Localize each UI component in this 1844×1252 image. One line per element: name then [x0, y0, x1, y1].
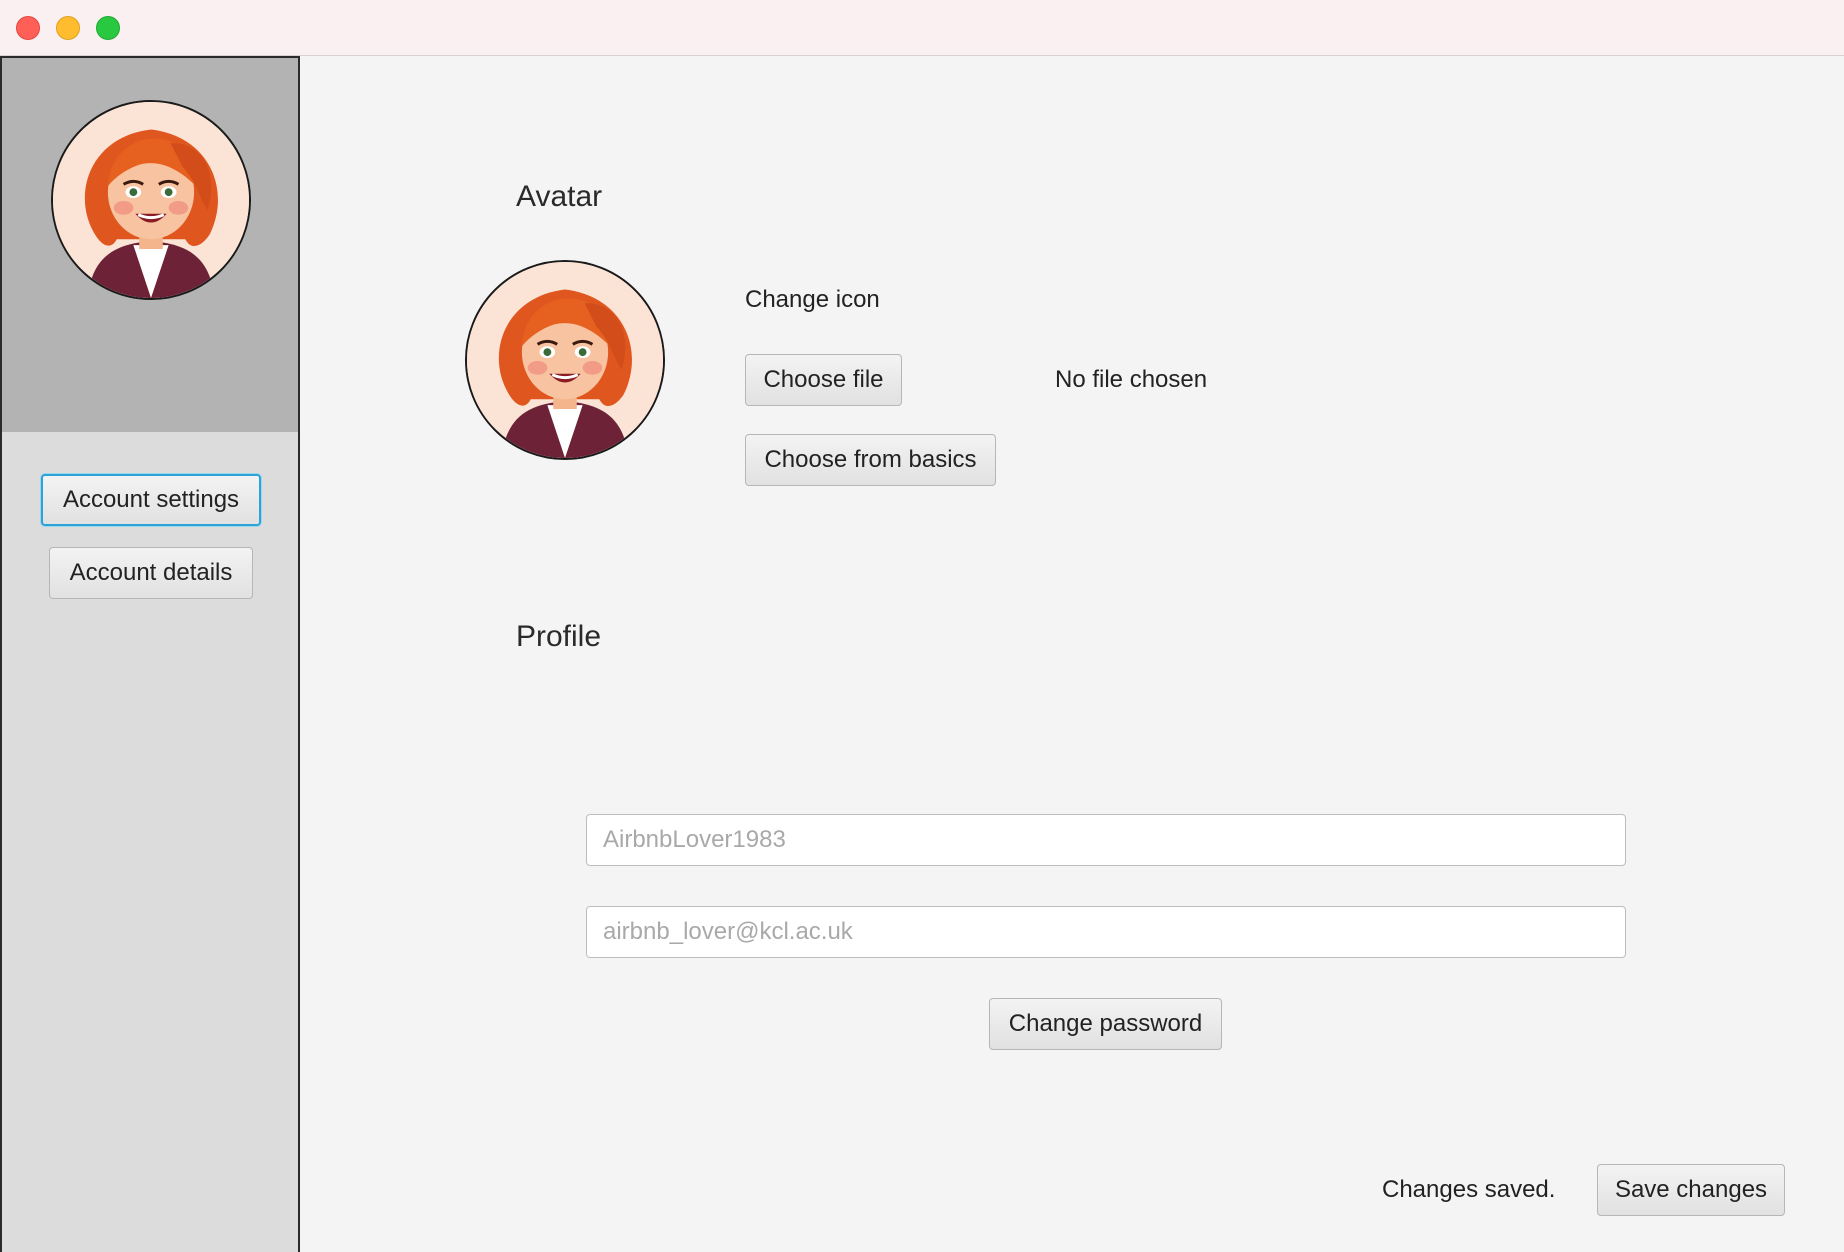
title-bar [0, 0, 1844, 56]
change-password-button[interactable]: Change password [989, 998, 1222, 1050]
file-status-text: No file chosen [1055, 366, 1208, 393]
change-icon-label: Change icon [745, 286, 880, 313]
app-window: Account settings Account details Avatar … [0, 0, 1844, 1252]
maximize-window-button[interactable] [96, 16, 120, 40]
choose-from-basics-button[interactable]: Choose from basics [745, 434, 996, 486]
email-field[interactable] [586, 906, 1626, 958]
username-field[interactable] [586, 814, 1626, 866]
save-changes-button[interactable]: Save changes [1597, 1164, 1785, 1216]
profile-heading: Profile [516, 620, 602, 653]
sidebar-avatar-panel [2, 58, 298, 432]
sidebar-item-account-details[interactable]: Account details [49, 547, 253, 599]
sidebar-item-account-settings[interactable]: Account settings [41, 474, 261, 526]
sidebar: Account settings Account details [0, 56, 300, 1252]
woman-avatar-icon [465, 260, 665, 460]
avatar-heading: Avatar [516, 180, 603, 213]
save-status-text: Changes saved. [1382, 1176, 1556, 1203]
woman-avatar-icon [51, 100, 251, 300]
choose-file-button[interactable]: Choose file [745, 354, 902, 406]
minimize-window-button[interactable] [56, 16, 80, 40]
close-window-button[interactable] [16, 16, 40, 40]
